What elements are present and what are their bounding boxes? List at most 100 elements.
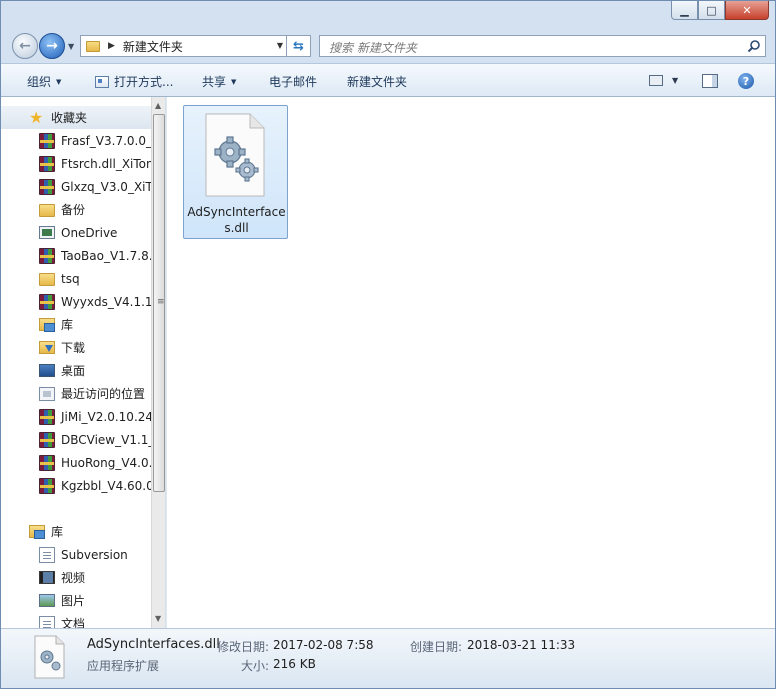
scroll-up-arrow-icon[interactable]: ▲ (155, 101, 161, 110)
file-name-line1: AdSyncInterface (187, 205, 286, 219)
minimize-button[interactable]: ▁ (671, 1, 698, 20)
library-icon (39, 318, 55, 332)
back-button[interactable]: ← (12, 33, 38, 59)
nav-item[interactable]: 最近访问的位置 (1, 382, 151, 405)
share-button[interactable]: 共享 ▼ (202, 73, 236, 90)
archive-icon (39, 178, 55, 195)
nav-item[interactable]: OneDrive (1, 221, 151, 244)
organize-label: 组织 (27, 75, 52, 89)
desktop-icon (39, 364, 55, 377)
close-icon: ✕ (742, 3, 752, 17)
address-history-dropdown[interactable]: ▼ (277, 41, 283, 50)
preview-pane-icon[interactable] (702, 74, 718, 88)
new-folder-button[interactable]: 新建文件夹 (347, 73, 407, 90)
address-bar[interactable]: ▶ 新建文件夹 ▼ ⇆ (80, 35, 311, 57)
nav-item-label: 视频 (61, 571, 86, 585)
search-icon[interactable] (747, 39, 761, 53)
breadcrumb-current[interactable]: 新建文件夹 (123, 38, 183, 55)
dll-file-icon (34, 635, 65, 679)
scrollbar-grip-icon: ≡ (157, 297, 165, 307)
nav-item[interactable]: Ftsrch.dll_XiTong (1, 152, 151, 175)
title-bar[interactable]: ▁ □ ✕ (1, 1, 775, 27)
navigation-pane: 收藏夹 Frasf_V3.7.0.0_XiTong Ftsrch.dll_XiTon… (1, 97, 166, 628)
scroll-down-arrow-icon[interactable]: ▼ (155, 614, 161, 623)
nav-item[interactable]: Kgzbbl_V4.60.0 (1, 474, 151, 497)
scrollbar-thumb[interactable]: ≡ (153, 114, 165, 492)
nav-item[interactable]: 图片 (1, 589, 151, 612)
folder-icon (86, 40, 100, 52)
nav-item[interactable]: tsq (1, 267, 151, 290)
archive-icon (39, 408, 55, 425)
nav-item[interactable]: Wyyxds_V4.1.1.1 (1, 290, 151, 313)
nav-section-header[interactable]: 库 (1, 520, 151, 543)
archive-icon (39, 247, 55, 264)
command-toolbar: 组织 ▼ 打开方式... 共享 ▼ 电子邮件 新建文件夹 ▼ ? (1, 63, 775, 97)
refresh-button[interactable]: ⇆ (286, 36, 310, 56)
maximize-button[interactable]: □ (698, 1, 725, 20)
onedrive-icon (39, 226, 55, 239)
email-label: 电子邮件 (269, 75, 318, 89)
archive-icon (39, 155, 55, 172)
organize-button[interactable]: 组织 ▼ (27, 73, 61, 90)
dll-file-icon (205, 113, 265, 197)
library-icon (29, 525, 45, 539)
nav-item-label: 文档 (61, 617, 86, 628)
share-label: 共享 (202, 75, 227, 89)
explorer-window: ▁ □ ✕ ← → ▼ ▶ 新建文件夹 ▼ ⇆ 搜索 新建文件夹 组织 ▼ 打开… (0, 0, 776, 689)
nav-item-label: OneDrive (61, 225, 118, 240)
archive-icon (39, 477, 55, 494)
forward-arrow-icon: → (46, 38, 58, 54)
video-icon (39, 571, 55, 584)
nav-item-label: HuoRong_V4.0.0 (61, 455, 151, 470)
details-pane: AdSyncInterfaces.dll 应用程序扩展 修改日期: 2017-0… (1, 628, 775, 688)
nav-item-label: 库 (61, 318, 74, 332)
details-modified-label: 修改日期: (217, 640, 270, 654)
chevron-down-icon: ▼ (56, 77, 62, 86)
archive-icon (39, 454, 55, 471)
breadcrumb-chevron-icon[interactable]: ▶ (108, 41, 115, 51)
recent-places-icon (39, 386, 55, 401)
file-item-selected[interactable]: AdSyncInterface s.dll (183, 105, 288, 239)
nav-item-label: 桌面 (61, 364, 86, 378)
details-modified-value: 2017-02-08 7:58 (273, 638, 374, 652)
nav-item[interactable]: DBCView_V1.1_XiTong (1, 428, 151, 451)
email-button[interactable]: 电子邮件 (269, 73, 317, 90)
nav-item-label: TaoBao_V1.7.8.0 (61, 248, 151, 263)
nav-item[interactable]: JiMi_V2.0.10.24_XiTong (1, 405, 151, 428)
nav-section-header[interactable]: 收藏夹 (1, 106, 151, 129)
nav-item[interactable]: Glxzq_V3.0_XiTong (1, 175, 151, 198)
nav-item[interactable]: 备份 (1, 198, 151, 221)
change-view-icon[interactable] (649, 75, 663, 86)
nav-item[interactable]: Frasf_V3.7.0.0_XiTong (1, 129, 151, 152)
forward-button[interactable]: → (39, 33, 65, 59)
archive-icon (39, 431, 55, 448)
navigation-scrollbar[interactable]: ▲ ≡ ▼ (151, 97, 165, 628)
recent-pages-dropdown[interactable]: ▼ (68, 42, 74, 51)
nav-item-label: 下载 (61, 341, 86, 355)
nav-item[interactable]: 桌面 (1, 359, 151, 382)
close-button[interactable]: ✕ (725, 1, 769, 20)
open-with-label: 打开方式... (114, 75, 174, 89)
file-list-view[interactable]: AdSyncInterface s.dll (167, 97, 775, 628)
nav-item[interactable]: 下载 (1, 336, 151, 359)
view-options-dropdown[interactable]: ▼ (672, 76, 678, 85)
chevron-down-icon: ▼ (231, 77, 237, 86)
nav-item-label: Wyyxds_V4.1.1.1 (61, 294, 151, 309)
search-placeholder: 搜索 新建文件夹 (329, 41, 417, 55)
picture-icon (39, 594, 55, 607)
nav-item[interactable]: 文档 (1, 612, 151, 628)
nav-item[interactable]: TaoBao_V1.7.8.0 (1, 244, 151, 267)
nav-item-label: DBCView_V1.1_XiTong (61, 432, 151, 447)
nav-item-label: 备份 (61, 203, 86, 217)
navigation-bar: ← → ▼ ▶ 新建文件夹 ▼ ⇆ 搜索 新建文件夹 (1, 27, 775, 63)
file-name-line2: s.dll (224, 221, 249, 235)
open-with-button[interactable]: 打开方式... (95, 73, 173, 90)
nav-item[interactable]: 库 (1, 313, 151, 336)
details-created-label: 创建日期: (410, 640, 463, 654)
nav-item[interactable]: HuoRong_V4.0.0 (1, 451, 151, 474)
nav-item[interactable]: 视频 (1, 566, 151, 589)
caption-buttons: ▁ □ ✕ (671, 1, 769, 20)
help-icon[interactable]: ? (738, 73, 754, 89)
nav-item[interactable]: Subversion (1, 543, 151, 566)
search-input[interactable]: 搜索 新建文件夹 (319, 35, 766, 57)
